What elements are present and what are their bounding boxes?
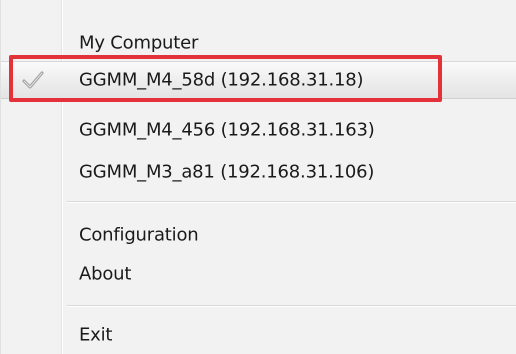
menu-separator	[67, 305, 516, 307]
menu-item-exit[interactable]: Exit	[1, 316, 516, 354]
menu-item-my-computer[interactable]: My Computer	[1, 24, 516, 62]
menu-item-label: GGMM_M4_456 (192.168.31.163)	[79, 119, 375, 141]
menu-item-label: Configuration	[79, 224, 199, 246]
menu-item-label: Exit	[79, 324, 113, 346]
menu-item-ggmm-m3-a81[interactable]: GGMM_M3_a81 (192.168.31.106)	[1, 153, 516, 191]
menu-item-label: My Computer	[79, 32, 199, 54]
menu-item-label: About	[79, 263, 132, 285]
menu-item-about[interactable]: About	[1, 255, 516, 293]
checkmark-icon	[21, 69, 45, 91]
menu-item-configuration[interactable]: Configuration	[1, 216, 516, 254]
menu-item-label: GGMM_M4_58d (192.168.31.18)	[79, 69, 364, 91]
menu-item-ggmm-m4-456[interactable]: GGMM_M4_456 (192.168.31.163)	[1, 111, 516, 149]
context-menu: My Computer GGMM_M4_58d (192.168.31.18) …	[0, 0, 516, 354]
menu-item-label: GGMM_M3_a81 (192.168.31.106)	[79, 161, 375, 183]
menu-separator	[67, 201, 516, 203]
menu-item-ggmm-m4-58d[interactable]: GGMM_M4_58d (192.168.31.18)	[1, 61, 516, 99]
